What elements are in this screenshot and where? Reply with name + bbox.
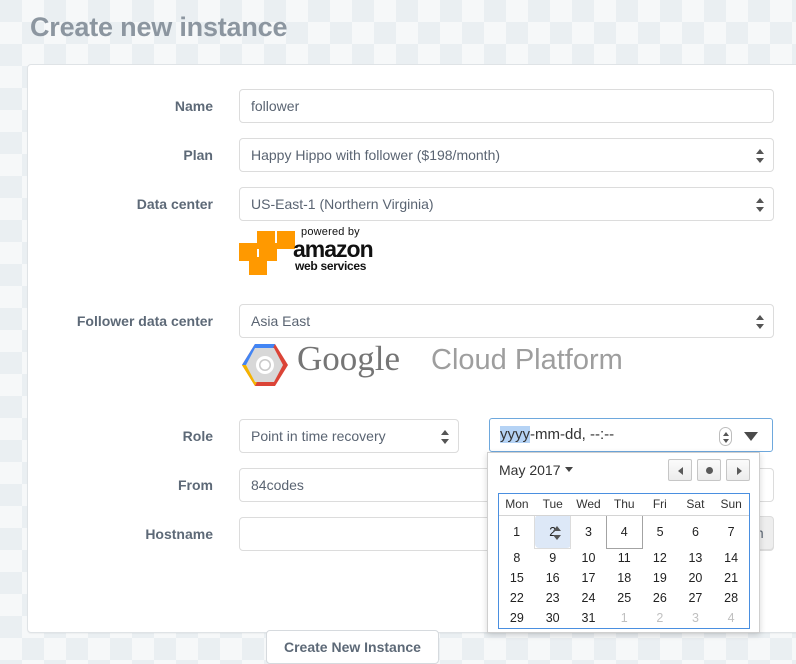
datetime-year-segment[interactable]: yyyy (500, 426, 530, 443)
caret-down-icon[interactable] (744, 432, 758, 441)
calendar-day[interactable]: 22 (499, 588, 535, 608)
calendar-day-other-month[interactable]: 2 (642, 608, 678, 628)
name-control: follower (239, 89, 774, 123)
plan-control: Happy Hippo with follower ($198/month) (239, 138, 774, 172)
calendar-nav-buttons (668, 459, 750, 481)
calendar-day[interactable]: 21 (713, 568, 749, 588)
calendar-day-other-month[interactable]: 1 (606, 608, 642, 628)
triangle-left-icon (678, 467, 683, 475)
calendar-header: May 2017 (488, 453, 759, 489)
aws-logo-wrap: powered by amazon web services (239, 225, 387, 273)
calendar-day[interactable]: 3 (571, 515, 607, 548)
calendar-weekday-wed: Wed (571, 494, 607, 515)
form-row-plan: Plan Happy Hippo with follower ($198/mon… (28, 138, 788, 172)
datetime-input-text: yyyy-mm-dd, --:-- (500, 426, 614, 443)
calendar-day[interactable]: 19 (642, 568, 678, 588)
calendar-day[interactable]: 1 (499, 515, 535, 548)
data-center-select[interactable]: US-East-1 (Northern Virginia) (239, 187, 774, 221)
calendar-day[interactable]: 16 (535, 568, 571, 588)
calendar-weekday-sat: Sat (678, 494, 714, 515)
label-role: Role (28, 419, 213, 453)
label-follower-data-center: Follower data center (28, 304, 213, 338)
calendar-day[interactable]: 5 (642, 515, 678, 548)
form-row-data-center: Data center US-East-1 (Northern Virginia… (28, 187, 788, 221)
chevron-down-icon (565, 467, 573, 472)
calendar-day[interactable]: 6 (678, 515, 714, 548)
aws-logo-icon: powered by amazon web services (239, 225, 387, 273)
calendar-day-other-month[interactable]: 4 (713, 608, 749, 628)
calendar-day-today[interactable]: 4 (606, 515, 642, 548)
calendar-weekday-tue: Tue (535, 494, 571, 515)
label-data-center: Data center (28, 187, 213, 221)
calendar-week-row: 15161718192021 (499, 568, 749, 588)
calendar-day-other-month[interactable]: 3 (678, 608, 714, 628)
follower-data-center-select[interactable]: Asia East (239, 304, 774, 338)
label-from: From (28, 468, 213, 502)
form-row-follower-data-center: Follower data center Asia East (28, 304, 788, 338)
name-input[interactable]: follower (239, 89, 774, 123)
form-row-name: Name follower (28, 89, 788, 123)
calendar-day[interactable]: 10 (571, 548, 607, 568)
calendar-day[interactable]: 25 (606, 588, 642, 608)
aws-cubes-icon (239, 231, 295, 271)
calendar-weekday-mon: Mon (499, 494, 535, 515)
calendar-day[interactable]: 29 (499, 608, 535, 628)
calendar-today-button[interactable] (697, 459, 721, 481)
calendar-week-row: 1234567 (499, 515, 749, 548)
calendar-day[interactable]: 14 (713, 548, 749, 568)
calendar-day[interactable]: 8 (499, 548, 535, 568)
datetime-rest-segment[interactable]: -mm-dd, --:-- (530, 426, 614, 443)
spinner-icon[interactable] (719, 427, 732, 446)
calendar-day[interactable]: 13 (678, 548, 714, 568)
calendar-day[interactable]: 18 (606, 568, 642, 588)
label-hostname: Hostname (28, 517, 213, 551)
calendar-day[interactable]: 23 (535, 588, 571, 608)
calendar-day[interactable]: 28 (713, 588, 749, 608)
calendar-grid: MonTueWedThuFriSatSun 123456789101112131… (498, 493, 750, 629)
calendar-weekday-thu: Thu (606, 494, 642, 515)
calendar-weekday-row: MonTueWedThuFriSatSun (499, 494, 749, 515)
calendar-week-row: 891011121314 (499, 548, 749, 568)
plan-select[interactable]: Happy Hippo with follower ($198/month) (239, 138, 774, 172)
calendar-weekday-sun: Sun (713, 494, 749, 515)
calendar-prev-button[interactable] (668, 459, 692, 481)
label-plan: Plan (28, 138, 213, 172)
gcp-logo-icon: Google Cloud Platform (239, 342, 629, 388)
create-new-instance-button[interactable]: Create New Instance (266, 630, 439, 664)
calendar-day[interactable]: 27 (678, 588, 714, 608)
calendar-day[interactable]: 11 (606, 548, 642, 568)
role-control: Point in time recovery (239, 419, 459, 453)
gcp-google-text: Google (297, 339, 400, 379)
dot-icon (706, 467, 713, 474)
gcp-hexagon-icon (241, 343, 289, 387)
calendar-month-label: May 2017 (499, 462, 560, 478)
calendar-day[interactable]: 15 (499, 568, 535, 588)
page-title: Create new instance (30, 12, 287, 43)
gcp-cloud-platform-text: Cloud Platform (431, 344, 623, 377)
calendar-day[interactable]: 7 (713, 515, 749, 548)
aws-web-services-text: web services (295, 259, 366, 273)
calendar-week-row: 2930311234 (499, 608, 749, 628)
calendar-day[interactable]: 17 (571, 568, 607, 588)
calendar-day[interactable]: 31 (571, 608, 607, 628)
gcp-logo-wrap: Google Cloud Platform (239, 342, 629, 388)
label-name: Name (28, 89, 213, 123)
calendar-week-row: 22232425262728 (499, 588, 749, 608)
calendar-next-button[interactable] (726, 459, 750, 481)
calendar-day-selected[interactable]: 2 (535, 515, 571, 548)
role-select[interactable]: Point in time recovery (239, 419, 459, 453)
data-center-control: US-East-1 (Northern Virginia) (239, 187, 774, 221)
calendar-month-dropdown[interactable]: May 2017 (499, 462, 573, 478)
calendar-weekday-fri: Fri (642, 494, 678, 515)
calendar-popup: May 2017 MonTueWedThuFriSatSun 123456789… (487, 452, 760, 633)
follower-data-center-control: Asia East (239, 304, 774, 338)
calendar-day[interactable]: 9 (535, 548, 571, 568)
calendar-day[interactable]: 26 (642, 588, 678, 608)
datetime-input[interactable]: yyyy-mm-dd, --:-- (489, 418, 773, 452)
triangle-right-icon (737, 467, 742, 475)
calendar-day[interactable]: 12 (642, 548, 678, 568)
calendar-day[interactable]: 30 (535, 608, 571, 628)
calendar-day[interactable]: 20 (678, 568, 714, 588)
calendar-day[interactable]: 24 (571, 588, 607, 608)
